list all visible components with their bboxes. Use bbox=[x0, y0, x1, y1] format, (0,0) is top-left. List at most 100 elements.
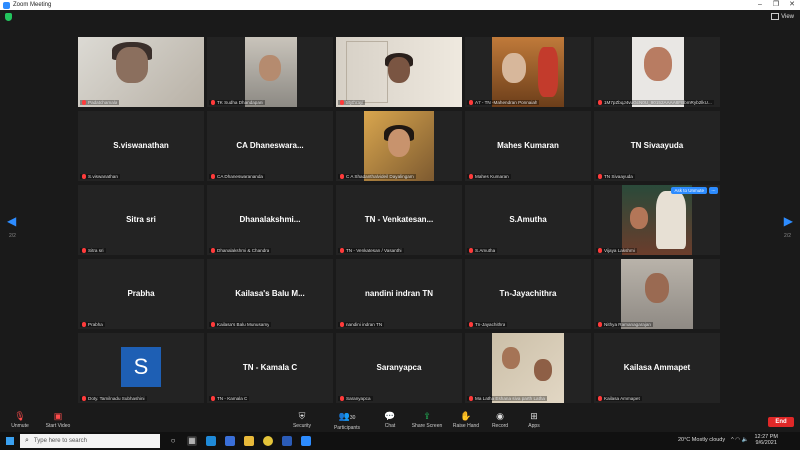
participant-tile[interactable]: TK Sudha Dhandapani bbox=[207, 37, 333, 107]
encryption-shield-icon[interactable] bbox=[5, 13, 12, 21]
share-screen-button[interactable]: ⇪ Share Screen bbox=[407, 411, 447, 429]
participant-tile[interactable]: A7 - TN -Mahendran Ponnaiah bbox=[465, 37, 591, 107]
participant-caption: Kailasa's Balu Munusamy bbox=[209, 322, 272, 327]
participant-caption: Nithya Ramanagarajan bbox=[596, 322, 653, 327]
chat-bubble-icon: 💬 bbox=[384, 411, 396, 421]
participant-caption: Dhanalakshmi & Chandra bbox=[209, 248, 272, 253]
participant-tile[interactable]: Mythrayi bbox=[336, 37, 462, 107]
participant-tile[interactable]: Ma Latha Eshana siva parth Latha bbox=[465, 333, 591, 403]
close-button[interactable]: ✕ bbox=[784, 0, 800, 10]
participant-tile[interactable]: Ask to Unmute... Vijaya Lakshmi bbox=[594, 185, 720, 255]
taskbar-clock[interactable]: 12:27 PM 9/6/2021 bbox=[754, 434, 778, 446]
participant-caption: TN - Venkatesan / Vasanthi bbox=[338, 248, 404, 253]
participant-tile[interactable]: nandini indran TN nandini indran TN bbox=[336, 259, 462, 329]
participant-caption: Saranyapca bbox=[338, 396, 373, 401]
participant-video bbox=[364, 111, 434, 181]
participant-tile[interactable]: C A Shadanthalvideil Dayalingam bbox=[336, 111, 462, 181]
previous-page-arrow-icon[interactable]: ◀ bbox=[7, 214, 16, 228]
taskbar-search-box[interactable]: ⌕ Type here to search bbox=[20, 434, 160, 448]
store-icon[interactable] bbox=[225, 436, 235, 446]
participants-button[interactable]: 👥30 Participants bbox=[327, 411, 367, 431]
participant-tile[interactable]: 1M7pZbqJ4vuGcN0U_90152AAAA8FBbmRyb2lkU..… bbox=[594, 37, 720, 107]
chat-label: Chat bbox=[384, 423, 396, 429]
clock-date: 9/6/2021 bbox=[755, 440, 777, 446]
participant-caption: TN Sivaayuda bbox=[596, 174, 635, 179]
widgets-icon[interactable]: ▦ bbox=[187, 436, 197, 446]
more-options-button[interactable]: ... bbox=[709, 187, 718, 194]
muted-mic-icon bbox=[469, 100, 473, 105]
participant-caption: CA Dhaneswarananda bbox=[209, 174, 265, 179]
participant-tile[interactable]: S.Amutha S.Amutha bbox=[465, 185, 591, 255]
participant-display-name: Mahes Kumaran bbox=[497, 140, 559, 150]
next-page-arrow-icon[interactable]: ▶ bbox=[784, 214, 793, 228]
participant-tile[interactable]: TN Sivaayuda TN Sivaayuda bbox=[594, 111, 720, 181]
participant-name-label: Dhanalakshmi & Chandra bbox=[217, 248, 270, 253]
participant-tile[interactable]: Nithya Ramanagarajan bbox=[594, 259, 720, 329]
participant-tile[interactable]: Prabha Prabha bbox=[78, 259, 204, 329]
apps-button[interactable]: ⊞ Apps bbox=[514, 411, 554, 429]
participant-tile[interactable]: Dhanalakshmi... Dhanalakshmi & Chandra bbox=[207, 185, 333, 255]
participant-tile[interactable]: S Doty. Tamilnadu Subhashini bbox=[78, 333, 204, 403]
participant-caption: Prabha bbox=[80, 322, 105, 327]
weather-widget[interactable]: 20°C Mostly cloudy bbox=[678, 437, 725, 443]
minimize-button[interactable]: – bbox=[752, 0, 768, 10]
start-video-button[interactable]: ▣ Start Video bbox=[38, 411, 78, 429]
participant-name-label: TN - Venkatesan / Vasanthi bbox=[346, 248, 402, 253]
participant-tile[interactable]: Sitra sri Sitra sri bbox=[78, 185, 204, 255]
windows-taskbar: ⌕ Type here to search ○ ▦ 20°C Mostly cl… bbox=[0, 432, 800, 450]
participant-tile[interactable]: TN - Kamala C TN - Kamala C bbox=[207, 333, 333, 403]
muted-mic-icon bbox=[340, 322, 344, 327]
task-view-icon[interactable]: ○ bbox=[168, 436, 178, 446]
participant-tile[interactable]: Kailasa's Balu M... Kailasa's Balu Munusa… bbox=[207, 259, 333, 329]
wifi-icon[interactable]: ◠ bbox=[735, 437, 740, 443]
participant-name-label: Doty. Tamilnadu Subhashini bbox=[88, 396, 145, 401]
tray-chevron-icon[interactable]: ^ bbox=[731, 437, 734, 443]
participant-caption: S.viswanathan bbox=[80, 174, 120, 179]
participant-caption: S.Amutha bbox=[467, 248, 498, 253]
muted-mic-icon bbox=[82, 174, 86, 179]
participant-caption: Doty. Tamilnadu Subhashini bbox=[80, 396, 147, 401]
window-title: Zoom Meeting bbox=[13, 2, 52, 8]
zoom-taskbar-icon[interactable] bbox=[301, 436, 311, 446]
muted-mic-icon bbox=[469, 396, 473, 401]
participant-tile[interactable]: Tn-Jayachithra Tn-Jayachithra bbox=[465, 259, 591, 329]
view-button[interactable]: View bbox=[771, 13, 794, 20]
word-icon[interactable] bbox=[282, 436, 292, 446]
participant-tile[interactable]: S.viswanathan S.viswanathan bbox=[78, 111, 204, 181]
participant-caption: TN - Kamala C bbox=[209, 396, 250, 401]
participant-tile[interactable]: Mahes Kumaran Mahes Kumaran bbox=[465, 111, 591, 181]
participants-label: Participants bbox=[333, 425, 361, 431]
muted-mic-icon bbox=[211, 322, 215, 327]
participant-display-name: Sitra sri bbox=[126, 214, 156, 224]
apps-icon: ⊞ bbox=[530, 411, 538, 421]
chat-button[interactable]: 💬 Chat bbox=[370, 411, 410, 429]
unmute-button[interactable]: 🎙 Unmute bbox=[0, 411, 40, 429]
window-controls: – ❐ ✕ bbox=[752, 0, 800, 10]
participant-name-label: Kailasa's Balu Munusamy bbox=[217, 322, 270, 327]
participant-caption: 1M7pZbqJ4vuGcN0U_90152AAAA8FBbmRyb2lkU..… bbox=[596, 100, 714, 105]
volume-icon[interactable]: 🔈 bbox=[742, 437, 749, 443]
participant-tile[interactable]: CA Dhaneswara... CA Dhaneswarananda bbox=[207, 111, 333, 181]
participant-tile[interactable]: Padatchamala bbox=[78, 37, 204, 107]
meeting-header: View bbox=[0, 10, 800, 26]
zoom-app-icon bbox=[3, 1, 10, 9]
participant-display-name: Dhanalakshmi... bbox=[239, 214, 301, 224]
participant-tile[interactable]: Kailasa Ammapet Kailasa Ammapet bbox=[594, 333, 720, 403]
raise-hand-label: Raise Hand bbox=[452, 423, 480, 429]
chrome-icon[interactable] bbox=[263, 436, 273, 446]
participant-tile[interactable]: TN - Venkatesan... TN - Venkatesan / Vasa… bbox=[336, 185, 462, 255]
file-explorer-icon[interactable] bbox=[244, 436, 254, 446]
participant-video bbox=[336, 37, 462, 107]
security-button[interactable]: ⛨ Security bbox=[282, 411, 322, 429]
participant-video bbox=[492, 333, 564, 403]
maximize-button[interactable]: ❐ bbox=[768, 0, 784, 10]
muted-mic-icon bbox=[469, 248, 473, 253]
muted-mic-icon bbox=[211, 100, 215, 105]
participant-video bbox=[621, 259, 693, 329]
windows-start-icon[interactable] bbox=[6, 437, 14, 445]
participant-caption: A7 - TN -Mahendran Ponnaiah bbox=[467, 100, 540, 105]
edge-browser-icon[interactable] bbox=[206, 436, 216, 446]
ask-to-unmute-button[interactable]: Ask to Unmute bbox=[671, 187, 707, 194]
end-meeting-button[interactable]: End bbox=[768, 417, 794, 427]
participant-tile[interactable]: Saranyapca Saranyapca bbox=[336, 333, 462, 403]
